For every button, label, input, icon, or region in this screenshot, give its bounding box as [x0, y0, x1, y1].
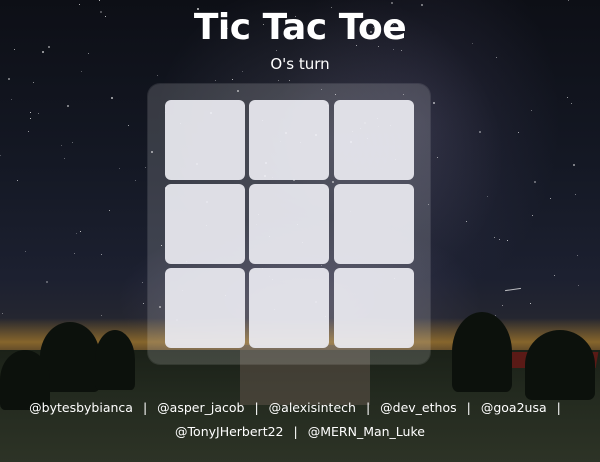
star [531, 110, 532, 111]
credit-link-bytesbybianca[interactable]: @bytesbybianca [29, 400, 133, 415]
credits-footer: @bytesbybianca | @asper_jacob | @alexisintec… [0, 396, 600, 444]
star [568, 0, 569, 1]
board-cell-5[interactable] [249, 184, 329, 264]
star [61, 145, 62, 146]
star [46, 281, 48, 283]
star [518, 132, 519, 133]
credit-link-mern-man-luke[interactable]: @MERN_Man_Luke [308, 424, 425, 439]
board-cell-3[interactable] [334, 100, 414, 180]
credit-separator: | [365, 400, 371, 415]
star [494, 237, 495, 238]
star [157, 75, 158, 76]
star [479, 131, 481, 133]
star [289, 80, 290, 81]
star [28, 131, 29, 132]
star [577, 255, 578, 256]
board-cell-8[interactable] [249, 268, 329, 348]
star [571, 103, 572, 104]
credit-link-alexisintech[interactable]: @alexisintech [269, 400, 356, 415]
star [25, 251, 26, 252]
star [532, 215, 533, 216]
credit-separator: | [556, 400, 561, 415]
star [38, 113, 39, 114]
star [80, 231, 81, 232]
star [72, 142, 73, 143]
star [466, 221, 467, 222]
board-cell-4[interactable] [165, 184, 245, 264]
star [502, 305, 503, 306]
turn-indicator: O's turn [270, 55, 330, 73]
star [278, 80, 279, 81]
star [128, 125, 129, 126]
star [567, 97, 568, 98]
star [142, 282, 143, 283]
board-cell-1[interactable] [165, 100, 245, 180]
star [99, 0, 100, 1]
credit-link-dev-ethos[interactable]: @dev_ethos [380, 400, 456, 415]
game-board [148, 84, 430, 364]
star [554, 275, 555, 276]
credit-link-goa2usa[interactable]: @goa2usa [481, 400, 547, 415]
star [401, 50, 402, 51]
star [391, 2, 393, 4]
star [135, 180, 136, 181]
board-cell-2[interactable] [249, 100, 329, 180]
star [575, 194, 576, 195]
credit-link-asper-jacob[interactable]: @asper_jacob [157, 400, 244, 415]
board-cell-9[interactable] [334, 268, 414, 348]
shooting-star [505, 287, 521, 292]
star [507, 240, 508, 241]
credit-separator: | [466, 400, 471, 415]
star [33, 82, 34, 83]
star [578, 285, 579, 286]
star [101, 315, 102, 316]
board-cell-7[interactable] [165, 268, 245, 348]
star [76, 233, 77, 234]
star [0, 155, 1, 156]
star [8, 78, 10, 80]
star [215, 80, 216, 81]
credit-separator: | [293, 424, 298, 439]
star [530, 303, 531, 304]
star [276, 50, 277, 51]
star [534, 181, 536, 183]
tree [452, 312, 512, 392]
star [2, 313, 3, 314]
star [11, 99, 12, 100]
star [30, 118, 31, 119]
credit-separator: | [142, 400, 148, 415]
star [111, 97, 113, 99]
star [499, 239, 500, 240]
star [550, 198, 551, 199]
star [109, 210, 110, 211]
star [487, 196, 488, 197]
star [74, 253, 75, 254]
star [119, 168, 120, 169]
star [145, 167, 146, 168]
credit-separator: | [254, 400, 259, 415]
star [573, 164, 575, 166]
star [79, 4, 80, 5]
star [433, 102, 435, 104]
star [232, 79, 233, 80]
page-title: Tic Tac Toe [193, 7, 407, 48]
star [437, 157, 438, 158]
credits-line-2: @TonyJHerbert22 | @MERN_Man_Luke [0, 420, 600, 444]
star [64, 158, 65, 159]
tree [95, 330, 135, 390]
credits-line-1: @bytesbybianca | @asper_jacob | @alexisintec… [0, 396, 600, 420]
star [17, 180, 18, 181]
star [143, 303, 144, 304]
star [101, 254, 102, 255]
star [42, 51, 44, 53]
credit-link-tonyjherbert22[interactable]: @TonyJHerbert22 [175, 424, 283, 439]
star [67, 105, 69, 107]
star [30, 112, 31, 113]
tree [525, 330, 595, 400]
star [495, 315, 496, 316]
board-cell-6[interactable] [334, 184, 414, 264]
